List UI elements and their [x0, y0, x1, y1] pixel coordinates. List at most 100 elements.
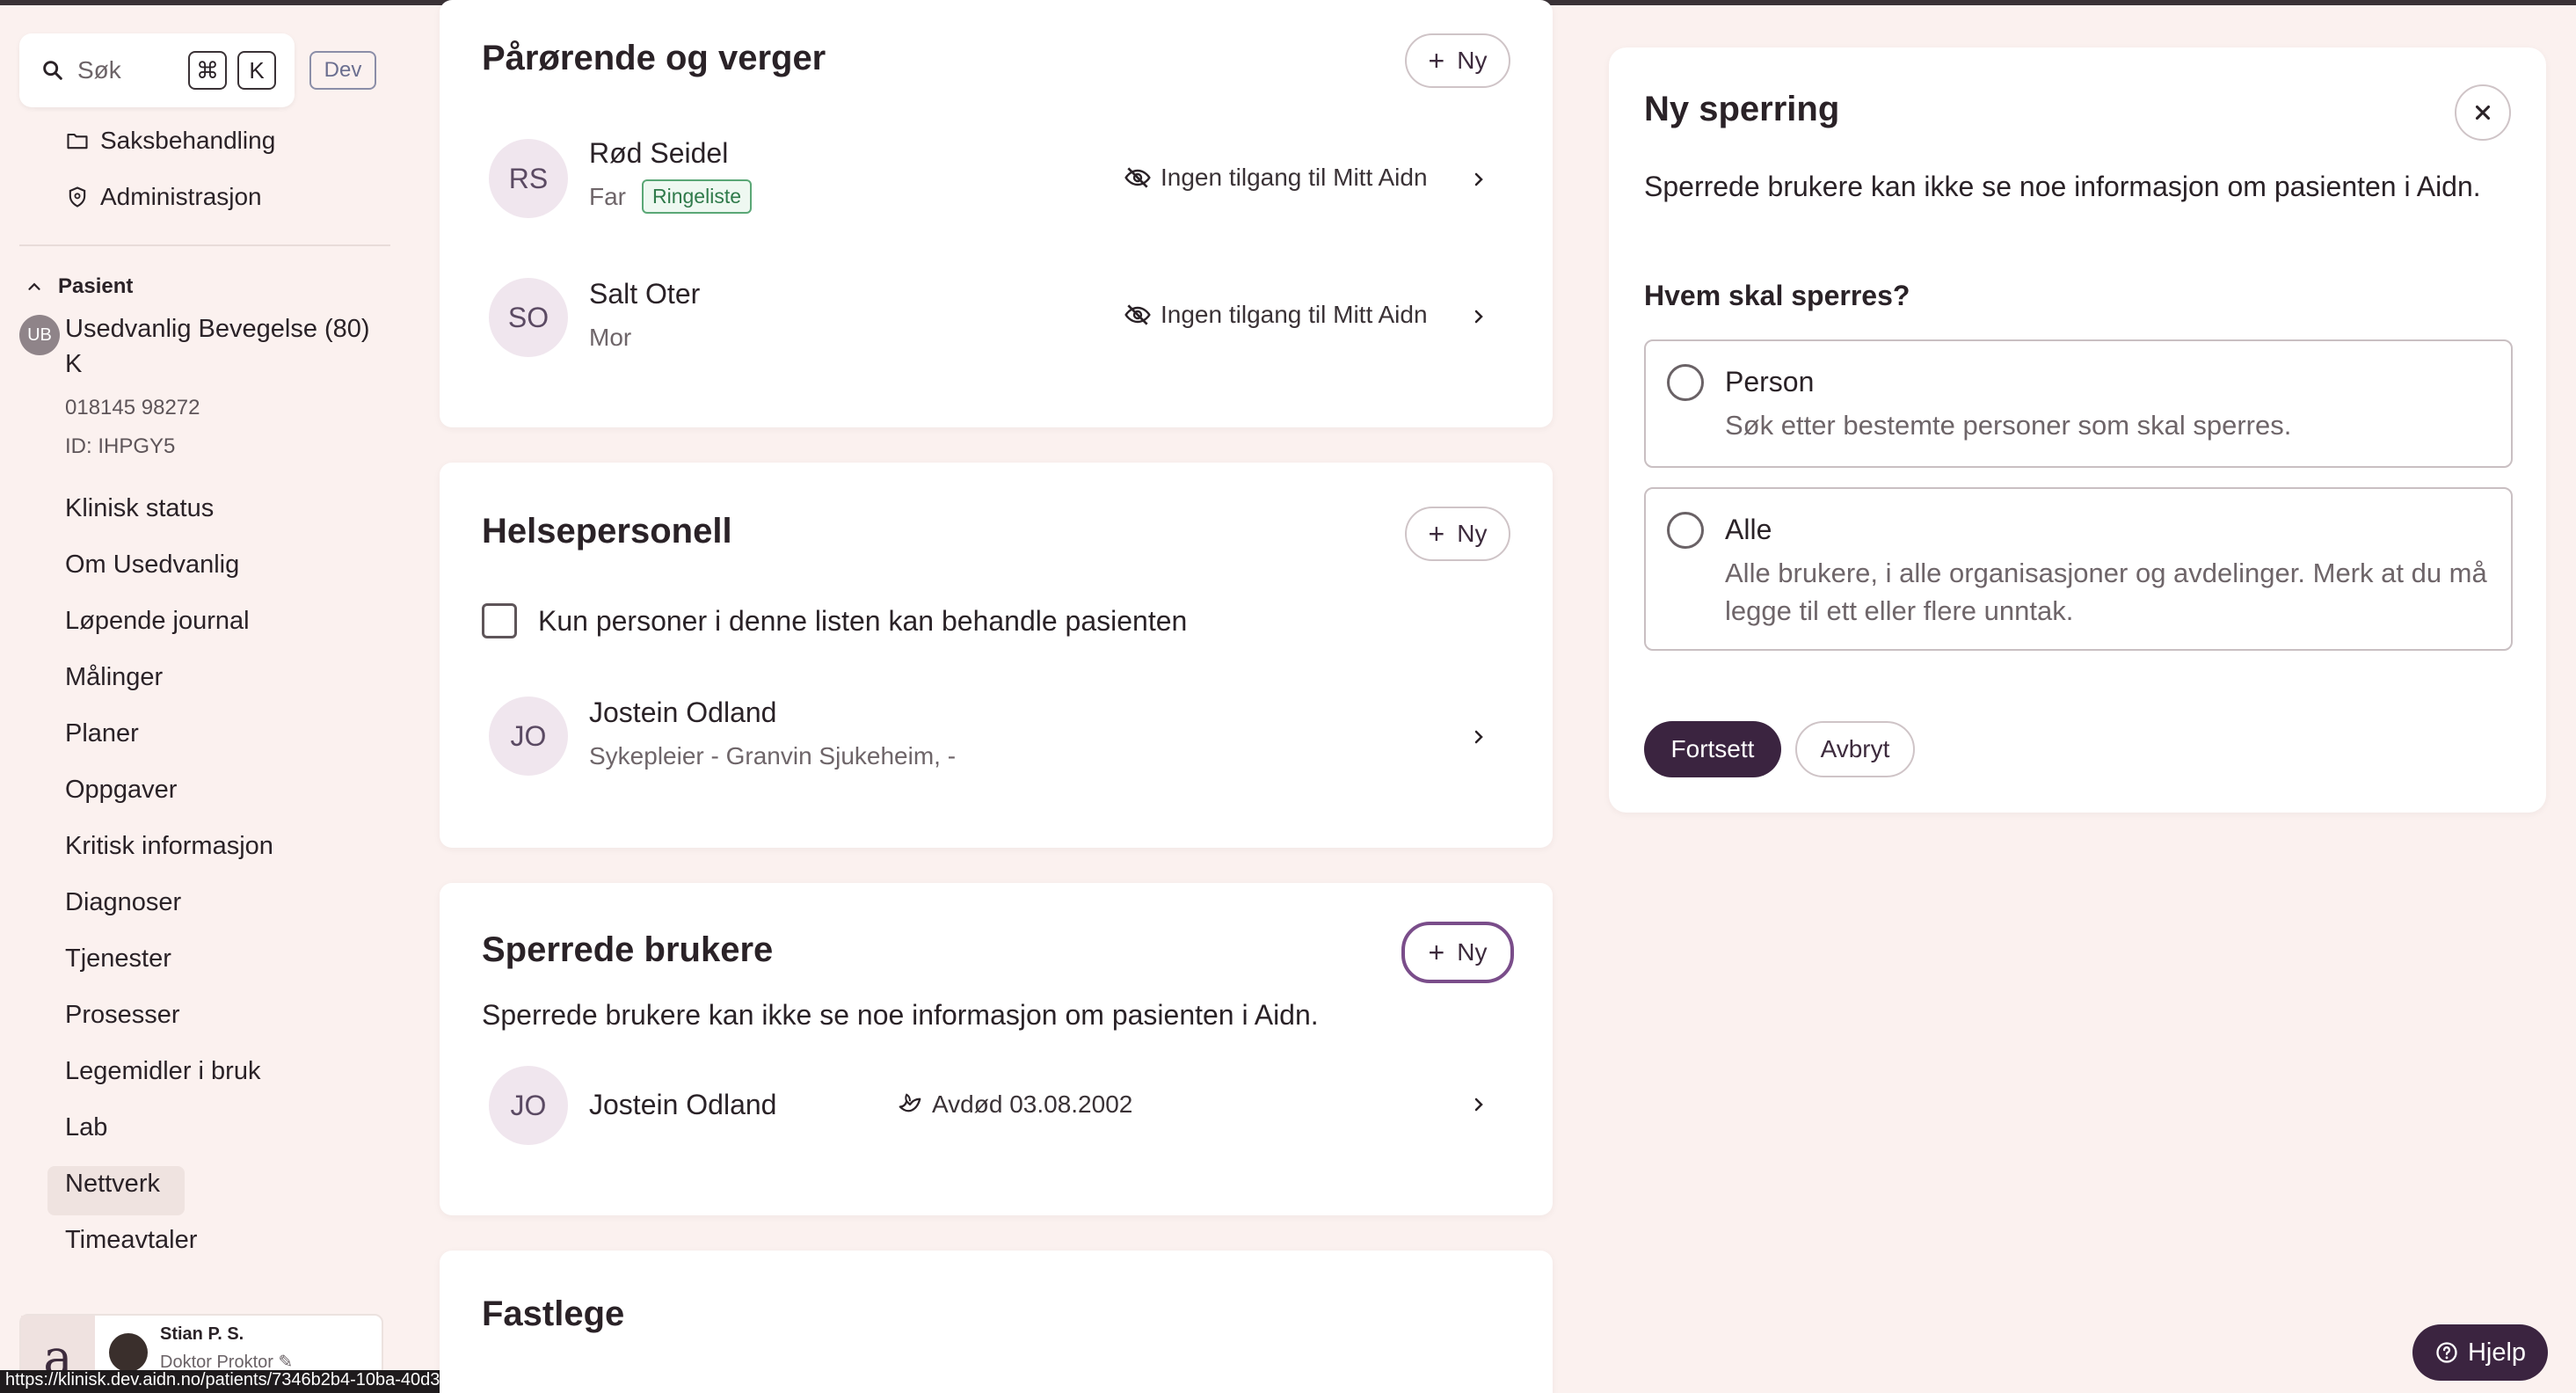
sidebar-link-administrasjon[interactable]: Administrasjon	[65, 183, 262, 211]
help-icon	[2436, 1342, 2457, 1363]
sidebar-link-label: Saksbehandling	[100, 127, 276, 154]
button-label: Ny	[1457, 938, 1488, 966]
panel-title: Ny sperring	[1644, 90, 1840, 128]
access-status: Ingen tilgang til Mitt Aidn	[1124, 301, 1428, 329]
pasient-section-title: Pasient	[58, 274, 134, 298]
access-text: Ingen tilgang til Mitt Aidn	[1161, 164, 1428, 191]
chevron-right-icon[interactable]	[1468, 726, 1489, 748]
close-button[interactable]	[2455, 84, 2511, 141]
nav-item-oppgaver[interactable]: Oppgaver	[65, 776, 177, 805]
panel-description: Sperrede brukere kan ikke se noe informa…	[1644, 171, 2481, 202]
panel-question: Hvem skal sperres?	[1644, 280, 1910, 311]
health-title: Helsepersonell	[482, 512, 732, 551]
person-role: Sykepleier - Granvin Sjukeheim, -	[589, 742, 957, 769]
avatar: JO	[489, 1066, 568, 1145]
avatar: JO	[489, 696, 568, 776]
nav-item-planer[interactable]: Planer	[65, 719, 139, 748]
user-avatar	[109, 1333, 148, 1372]
dove-icon	[899, 1093, 921, 1112]
cancel-button[interactable]: Avbryt	[1795, 721, 1915, 777]
plus-icon: +	[1428, 517, 1445, 550]
blocked-users-card: Sperrede brukere + Ny Sperrede brukere ka…	[440, 883, 1553, 1215]
person-name[interactable]: Jostein Odland	[589, 1089, 776, 1121]
help-button[interactable]: Hjelp	[2412, 1324, 2548, 1381]
nav-item-om-usedvanlig[interactable]: Om Usedvanlig	[65, 551, 239, 580]
shield-icon	[69, 186, 86, 208]
add-blocked-user-button[interactable]: + Ny	[1401, 922, 1514, 983]
search-placeholder: Søk	[77, 56, 121, 84]
patient-name[interactable]: Usedvanlig Bevegelse (80) K	[65, 311, 390, 382]
nav-item-malinger[interactable]: Målinger	[65, 663, 163, 692]
dev-badge: Dev	[309, 51, 376, 90]
relatives-title: Pårørende og verger	[482, 39, 826, 77]
person-name[interactable]: Rød Seidel	[589, 137, 728, 170]
nav-item-timeavtaler[interactable]: Timeavtaler	[65, 1226, 197, 1255]
blocked-description: Sperrede brukere kan ikke se noe informa…	[482, 999, 1319, 1031]
folder-icon	[67, 133, 88, 150]
gp-card: Fastlege	[440, 1251, 1553, 1393]
patient-avatar: UB	[19, 315, 60, 355]
option-description: Søk etter bestemte personer som skal spe…	[1725, 410, 2292, 441]
person-name[interactable]: Jostein Odland	[589, 696, 776, 729]
relatives-card: Pårørende og verger + Ny RS Rød Seidel Fa…	[440, 0, 1553, 427]
button-label: Ny	[1457, 47, 1488, 74]
chevron-right-icon[interactable]	[1468, 306, 1489, 327]
patient-ssn: 018145 98272	[65, 396, 200, 419]
avatar: RS	[489, 139, 568, 218]
person-relation: Far Ringeliste	[589, 179, 752, 214]
option-person[interactable]: Person Søk etter bestemte personer som s…	[1644, 339, 2513, 468]
sidebar: Søk ⌘ K Dev Saksbehandling Administrasjo…	[0, 5, 404, 1393]
user-name: Stian P. S.	[160, 1324, 244, 1344]
person-name[interactable]: Salt Oter	[589, 278, 700, 310]
ringeliste-tag: Ringeliste	[642, 179, 752, 214]
blocked-title: Sperrede brukere	[482, 930, 774, 969]
pencil-icon: ✎	[278, 1353, 294, 1372]
avatar: SO	[489, 278, 568, 357]
option-alle[interactable]: Alle Alle brukere, i alle organisasjoner…	[1644, 487, 2513, 651]
sidebar-link-label: Administrasjon	[100, 183, 262, 210]
nav-item-nettverk[interactable]: Nettverk	[65, 1170, 160, 1199]
new-block-panel: Ny sperring Sperrede brukere kan ikke se…	[1609, 47, 2546, 813]
add-relative-button[interactable]: + Ny	[1405, 33, 1510, 88]
sidebar-link-saksbehandling[interactable]: Saksbehandling	[65, 127, 275, 155]
patient-id: ID: IHPGY5	[65, 434, 176, 458]
relation-text: Mor	[589, 324, 632, 351]
nav-item-prosesser[interactable]: Prosesser	[65, 1001, 180, 1030]
sidebar-divider	[19, 244, 390, 246]
nav-item-kritisk-informasjon[interactable]: Kritisk informasjon	[65, 832, 273, 861]
radio-person[interactable]	[1667, 364, 1704, 401]
nav-item-lab[interactable]: Lab	[65, 1113, 107, 1142]
radio-alle[interactable]	[1667, 512, 1704, 549]
search-icon	[43, 61, 62, 80]
nav-item-legemidler[interactable]: Legemidler i bruk	[65, 1057, 260, 1086]
exclusive-list-checkbox[interactable]	[482, 603, 517, 638]
exclusive-list-label[interactable]: Kun personer i denne listen kan behandle…	[538, 605, 1187, 638]
add-health-personnel-button[interactable]: + Ny	[1405, 507, 1510, 561]
close-icon	[2475, 105, 2491, 120]
nav-item-tjenester[interactable]: Tjenester	[65, 944, 171, 974]
user-role-text: Doktor Proktor	[160, 1353, 273, 1372]
health-personnel-card: Helsepersonell + Ny Kun personer i denne …	[440, 463, 1553, 848]
chevron-right-icon[interactable]	[1468, 169, 1489, 190]
person-relation: Mor	[589, 324, 631, 352]
option-title: Person	[1725, 366, 1815, 397]
button-label: Ny	[1457, 520, 1488, 547]
deceased-status: Avdød 03.08.2002	[897, 1090, 1132, 1119]
chevron-up-icon	[28, 282, 40, 290]
eye-off-icon	[1124, 167, 1151, 188]
eye-off-icon	[1124, 304, 1151, 325]
chevron-right-icon[interactable]	[1468, 1094, 1489, 1115]
search-input[interactable]: Søk ⌘ K	[19, 33, 295, 107]
deceased-text: Avdød 03.08.2002	[932, 1090, 1133, 1118]
pasient-section-toggle[interactable]: Pasient	[25, 274, 133, 299]
relation-text: Far	[589, 182, 626, 210]
kbd-cmd: ⌘	[188, 51, 227, 90]
nav-item-klinisk-status[interactable]: Klinisk status	[65, 494, 214, 523]
access-text: Ingen tilgang til Mitt Aidn	[1161, 301, 1428, 328]
option-description: Alle brukere, i alle organisasjoner og a…	[1725, 558, 2487, 626]
continue-button[interactable]: Fortsett	[1644, 721, 1781, 777]
nav-item-diagnoser[interactable]: Diagnoser	[65, 888, 181, 917]
plus-icon: +	[1428, 936, 1445, 968]
gp-title: Fastlege	[482, 1295, 625, 1333]
nav-item-lopende-journal[interactable]: Løpende journal	[65, 607, 250, 636]
